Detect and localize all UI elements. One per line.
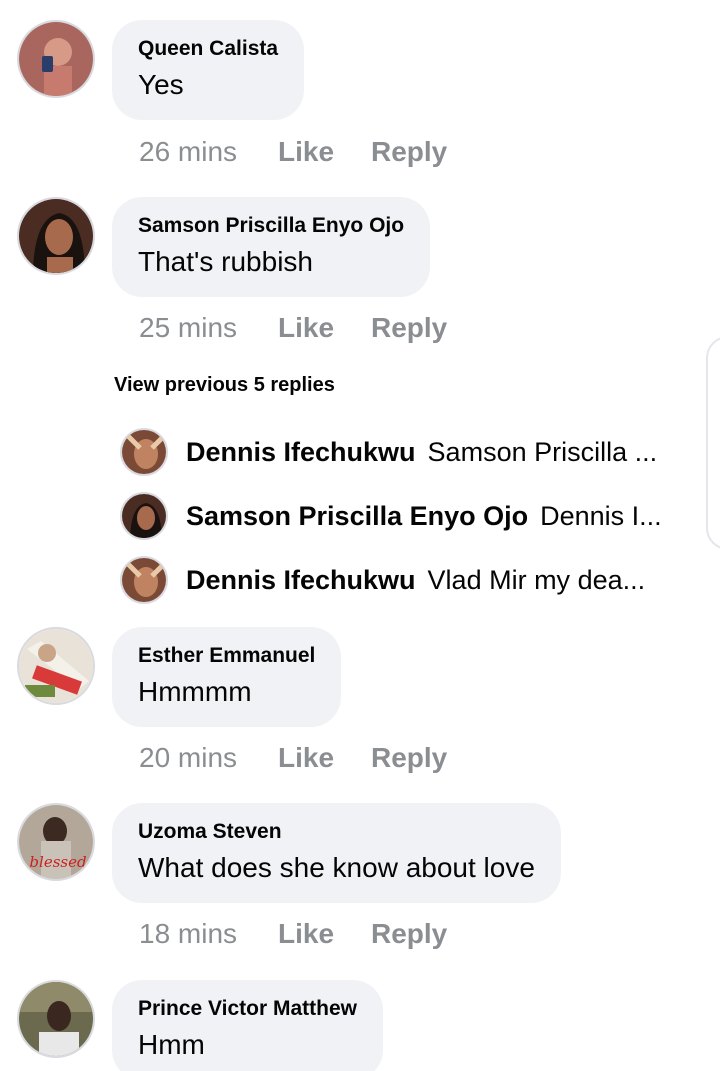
- comment-author[interactable]: Uzoma Steven: [138, 819, 535, 845]
- avatar[interactable]: blessed: [17, 803, 95, 881]
- comment-text: Yes: [138, 69, 184, 100]
- view-previous-replies-link[interactable]: View previous 5 replies: [114, 374, 335, 397]
- reply-button[interactable]: Reply: [371, 918, 447, 950]
- comment-bubble: Uzoma Steven What does she know about lo…: [112, 803, 561, 903]
- like-button[interactable]: Like: [278, 136, 334, 168]
- like-button[interactable]: Like: [278, 312, 334, 344]
- comment-time[interactable]: 25 mins: [139, 312, 237, 344]
- reply-text-line: Samson Priscilla Enyo Ojo Dennis I...: [186, 500, 680, 532]
- reply-item[interactable]: Dennis Ifechukwu Vlad Mir my dea...: [120, 556, 680, 604]
- comment-text: That's rubbish: [138, 246, 313, 277]
- comment-time[interactable]: 18 mins: [139, 918, 237, 950]
- reply-author[interactable]: Dennis Ifechukwu: [186, 565, 416, 595]
- avatar[interactable]: [17, 627, 95, 705]
- avatar[interactable]: [17, 20, 95, 98]
- avatar[interactable]: [120, 428, 168, 476]
- reply-author[interactable]: Dennis Ifechukwu: [186, 437, 416, 467]
- comment-bubble: Prince Victor Matthew Hmm: [112, 980, 384, 1071]
- comment-bubble: Queen Calista Yes: [112, 20, 305, 120]
- svg-text:blessed: blessed: [29, 853, 86, 871]
- reply-snippet: Samson Priscilla ...: [427, 437, 658, 467]
- comment-bubble: Esther Emmanuel Hmmmm: [112, 627, 342, 727]
- reply-text-line: Dennis Ifechukwu Samson Priscilla ...: [186, 436, 680, 468]
- reply-text-line: Dennis Ifechukwu Vlad Mir my dea...: [186, 564, 680, 596]
- side-scroll-tab[interactable]: [706, 336, 720, 550]
- reply-button[interactable]: Reply: [371, 136, 447, 168]
- comment-author[interactable]: Esther Emmanuel: [138, 643, 315, 669]
- like-button[interactable]: Like: [278, 918, 334, 950]
- like-button[interactable]: Like: [278, 742, 334, 774]
- comment-author[interactable]: Queen Calista: [138, 36, 278, 62]
- comment-author[interactable]: Samson Priscilla Enyo Ojo: [138, 213, 404, 239]
- reply-item[interactable]: Dennis Ifechukwu Samson Priscilla ...: [120, 428, 680, 476]
- avatar[interactable]: [17, 980, 95, 1058]
- comment-text: What does she know about love: [138, 852, 535, 883]
- avatar[interactable]: [120, 556, 168, 604]
- comment-time[interactable]: 26 mins: [139, 136, 237, 168]
- comment-time[interactable]: 20 mins: [139, 742, 237, 774]
- avatar[interactable]: [120, 492, 168, 540]
- reply-item[interactable]: Samson Priscilla Enyo Ojo Dennis I...: [120, 492, 680, 540]
- reply-button[interactable]: Reply: [371, 742, 447, 774]
- comment-bubble: Samson Priscilla Enyo Ojo That's rubbish: [112, 197, 431, 297]
- reply-author[interactable]: Samson Priscilla Enyo Ojo: [186, 501, 528, 531]
- reply-snippet: Vlad Mir my dea...: [427, 565, 646, 595]
- comment-text: Hmmmm: [138, 676, 252, 707]
- reply-snippet: Dennis I...: [540, 501, 662, 531]
- comment-text: Hmm: [138, 1029, 205, 1060]
- avatar[interactable]: [17, 197, 95, 275]
- reply-button[interactable]: Reply: [371, 312, 447, 344]
- comment-author[interactable]: Prince Victor Matthew: [138, 996, 357, 1022]
